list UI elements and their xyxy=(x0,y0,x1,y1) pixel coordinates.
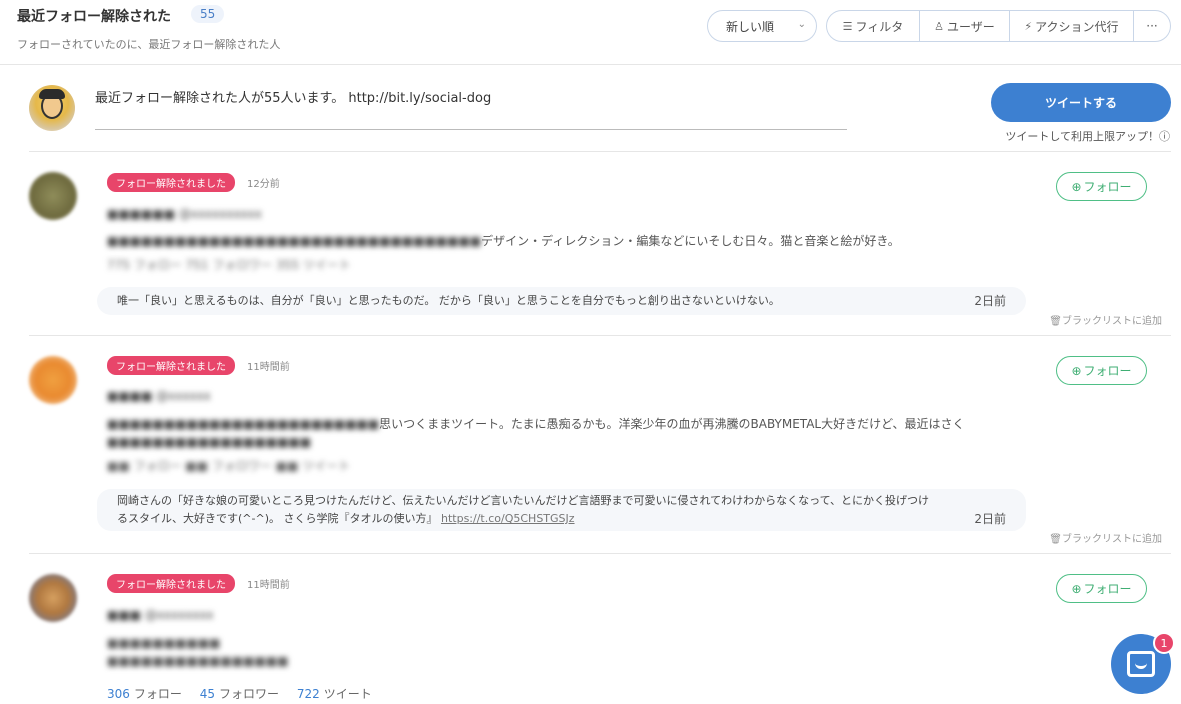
last-tweet: 唯一「良い」と思えるものは、自分が「良い」と思ったものだ。 だから「良い」と思う… xyxy=(97,287,1026,315)
trash-icon: 🗑 xyxy=(1049,316,1062,327)
blacklist-label: ブラックリストに追加 xyxy=(1062,316,1162,327)
chat-icon xyxy=(1127,651,1155,677)
page-subtitle: フォローされていたのに、最近フォロー解除された人 xyxy=(17,38,281,51)
unfollow-badge: フォロー解除されました xyxy=(107,574,235,593)
trash-icon: 🗑 xyxy=(1049,534,1062,545)
unfollow-badge: フォロー解除されました xyxy=(107,173,235,192)
user-stats: 775 フォロー 751 フォロワー 355 ツイート xyxy=(107,258,351,272)
followers-count[interactable]: 45 xyxy=(200,687,215,701)
timestamp: 12分前 xyxy=(247,179,280,190)
tweet-compose: 最近フォロー解除された人が55人います。 http://bit.ly/socia… xyxy=(0,66,1181,152)
follow-button[interactable]: ⊕ フォロー xyxy=(1056,172,1147,201)
user-icon: ♙ xyxy=(934,19,945,33)
following-count[interactable]: 306 xyxy=(107,687,130,701)
blacklist-add-link[interactable]: 🗑ブラックリストに追加 xyxy=(1049,530,1162,545)
page-header: 最近フォロー解除された 55 フォローされていたのに、最近フォロー解除された人 … xyxy=(0,0,1181,65)
follow-button-label: フォロー xyxy=(1083,364,1132,378)
page-title: 最近フォロー解除された xyxy=(17,9,171,25)
follow-button[interactable]: ⊕ フォロー xyxy=(1056,356,1147,385)
follow-button-label: フォロー xyxy=(1083,582,1132,596)
user-stats: ■■ フォロー ■■ フォロワー ■■ ツイート xyxy=(107,459,351,473)
follow-button-label: フォロー xyxy=(1083,180,1132,194)
plus-circle-icon: ⊕ xyxy=(1071,581,1082,596)
toolbar-button-group: ☰ フィルタ ♙ ユーザー ⚡ アクション代行 ··· xyxy=(826,10,1171,42)
avatar[interactable] xyxy=(29,574,77,622)
sort-select-label: 新しい順 xyxy=(726,20,775,34)
avatar[interactable] xyxy=(29,356,77,404)
user-bio: ■■■■■■■■■■■■■■■■■■■■■■■■■■■■■■■■■デザイン・ディ… xyxy=(107,234,900,248)
tweet-note: ツイートして利用上限アップ！ⓘ xyxy=(1005,130,1170,143)
tweet-link[interactable]: https://t.co/Q5CHSTGSJz xyxy=(441,512,575,525)
plus-circle-icon: ⊕ xyxy=(1071,179,1082,194)
user-name[interactable]: ■■■ @xxxxxxxx xyxy=(107,608,214,622)
list-item: フォロー解除されました 12分前 ⊕ フォロー ■■■■■■ @xxxxxxxx… xyxy=(29,151,1171,335)
tweet-button[interactable]: ツイートする xyxy=(991,83,1171,122)
list-item: フォロー解除されました 11時間前 ⊕ フォロー ■■■■ @xxxxxx ■■… xyxy=(29,335,1171,553)
count-badge: 55 xyxy=(191,5,225,23)
lightning-icon: ⚡ xyxy=(1024,19,1033,33)
user-bio-text: デザイン・ディレクション・編集などにいそしむ日々。猫と音楽と絵が好き。 xyxy=(481,234,900,248)
blacklist-add-link[interactable]: 🗑ブラックリストに追加 xyxy=(1049,312,1162,327)
user-name[interactable]: ■■■■ @xxxxxx xyxy=(107,389,211,403)
chat-unread-badge: 1 xyxy=(1153,632,1175,654)
user-bio-text: 思いつくままツイート。たまに愚痴るかも。洋楽少年の血が再沸騰のBABYMETAL… xyxy=(379,417,965,431)
last-tweet: 岡崎さんの「好きな娘の可愛いところ見つけたんだけど、伝えたいんだけど言いたいんだ… xyxy=(97,489,1026,531)
timestamp: 11時間前 xyxy=(247,580,290,591)
tweets-label: ツイート xyxy=(323,687,372,701)
user-name[interactable]: ■■■■■■ @xxxxxxxxxx xyxy=(107,207,262,221)
last-tweet-text: 唯一「良い」と思えるものは、自分が「良い」と思ったものだ。 だから「良い」と思う… xyxy=(117,294,780,307)
followers-label: フォロワー xyxy=(219,687,280,701)
user-bio: ■■■■■■■■■■■■■■■■■■■■■■■■思いつくままツイート。たまに愚痴… xyxy=(107,417,965,449)
following-label: フォロー xyxy=(133,687,182,701)
tweet-date: 2日前 xyxy=(974,512,1006,526)
user-button-label: ユーザー xyxy=(947,19,995,34)
more-button[interactable]: ··· xyxy=(1134,11,1170,41)
sort-select[interactable]: 新しい順 ⌄ xyxy=(707,10,817,42)
blacklist-label: ブラックリストに追加 xyxy=(1062,534,1162,545)
tweet-date: 2日前 xyxy=(974,294,1006,308)
chevron-down-icon: ⌄ xyxy=(797,19,806,30)
action-proxy-button[interactable]: ⚡ アクション代行 xyxy=(1010,11,1134,41)
action-proxy-label: アクション代行 xyxy=(1035,19,1119,34)
tweets-count[interactable]: 722 xyxy=(297,687,320,701)
sliders-icon: ☰ xyxy=(842,19,853,33)
user-button[interactable]: ♙ ユーザー xyxy=(920,11,1010,41)
plus-circle-icon: ⊕ xyxy=(1071,363,1082,378)
filter-button[interactable]: ☰ フィルタ xyxy=(827,11,920,41)
list-item: フォロー解除されました 11時間前 ⊕ フォロー ■■■ @xxxxxxxx ■… xyxy=(29,553,1171,704)
follow-button[interactable]: ⊕ フォロー xyxy=(1056,574,1147,603)
avatar[interactable] xyxy=(29,172,77,220)
timestamp: 11時間前 xyxy=(247,362,290,373)
avatar xyxy=(29,85,75,131)
user-stats: 306 フォロー 45 フォロワー 722 ツイート xyxy=(107,685,386,702)
user-bio: ■■■■■■■■■■ ■■■■■■■■■■■■■■■■ xyxy=(107,636,289,668)
filter-button-label: フィルタ xyxy=(855,19,904,34)
unfollow-badge: フォロー解除されました xyxy=(107,356,235,375)
tweet-textarea[interactable]: 最近フォロー解除された人が55人います。 http://bit.ly/socia… xyxy=(95,87,847,130)
